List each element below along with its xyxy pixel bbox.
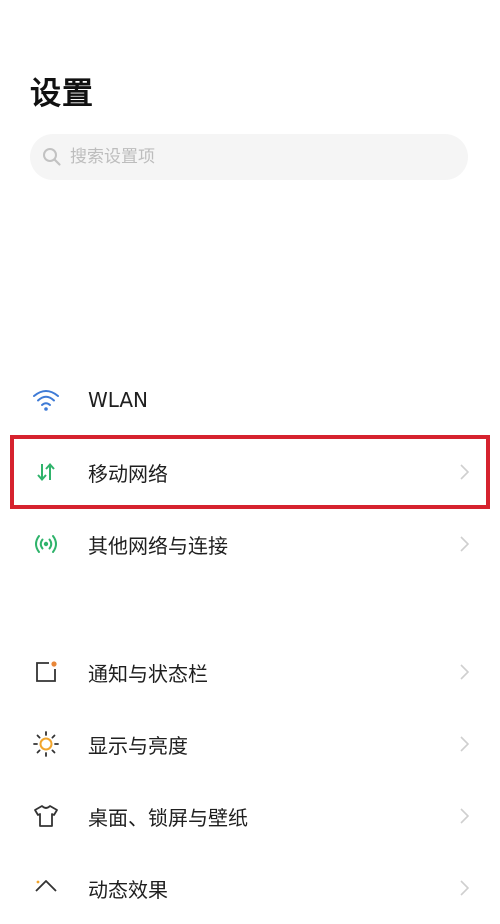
search-input[interactable] [70, 147, 450, 167]
settings-item-display[interactable]: 显示与亮度 [0, 708, 500, 780]
tshirt-icon [32, 802, 60, 830]
settings-item-other-networks[interactable]: 其他网络与连接 [0, 508, 500, 580]
settings-item-dynamic-effects[interactable]: 动态效果 [0, 852, 500, 924]
settings-item-label: 桌面、锁屏与壁纸 [88, 805, 248, 830]
chevron-right-icon [460, 736, 470, 752]
signal-broadcast-icon [32, 530, 60, 558]
chevron-right-icon [460, 536, 470, 552]
notification-square-icon [32, 658, 60, 686]
search-icon [42, 147, 62, 167]
settings-item-label: 动态效果 [88, 877, 168, 902]
settings-item-label: 通知与状态栏 [88, 661, 208, 686]
settings-item-label: 其他网络与连接 [88, 533, 228, 558]
settings-item-desktop[interactable]: 桌面、锁屏与壁纸 [0, 780, 500, 852]
settings-item-wlan[interactable]: WLAN [0, 364, 500, 436]
settings-item-label: 显示与亮度 [88, 733, 188, 758]
effects-icon [32, 874, 60, 902]
sun-icon [32, 730, 60, 758]
settings-item-notifications[interactable]: 通知与状态栏 [0, 636, 500, 708]
page-title: 设置 [30, 76, 94, 112]
highlight-frame [10, 435, 490, 509]
search-bar[interactable] [30, 134, 468, 180]
chevron-right-icon [460, 808, 470, 824]
wifi-icon [32, 386, 60, 414]
chevron-right-icon [460, 664, 470, 680]
settings-item-label: WLAN [88, 388, 149, 412]
chevron-right-icon [460, 880, 470, 896]
